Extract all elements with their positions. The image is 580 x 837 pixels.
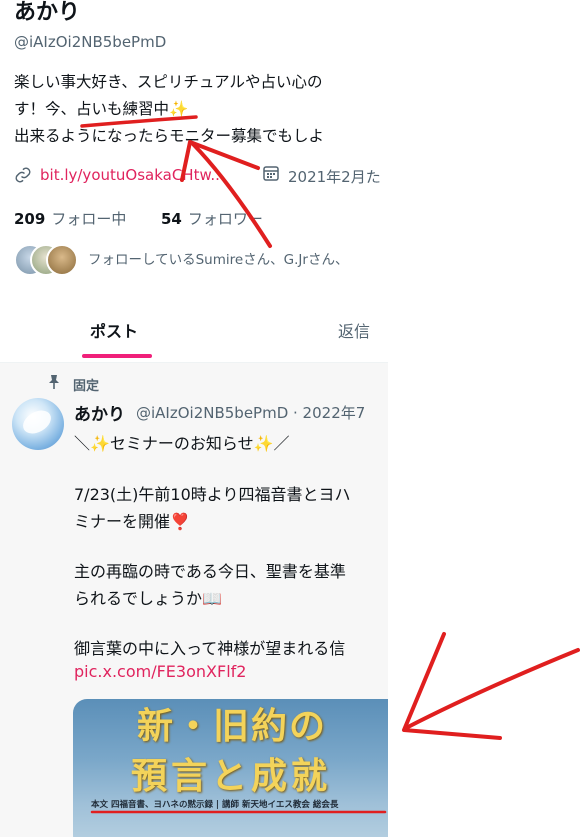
- tab-replies[interactable]: 返信: [338, 318, 370, 342]
- bio-line-2-pre: す！今、: [14, 100, 77, 118]
- following-stat[interactable]: 209 フォロー中: [14, 208, 126, 229]
- post-author-handle[interactable]: @iAIzOi2NB5bePmD · 2022年7: [136, 402, 365, 423]
- profile-page: あかり @iAIzOi2NB5bePmD 楽しい事大好き、スピリチュアルや占い心…: [0, 0, 388, 837]
- followers-count: 54: [161, 210, 182, 228]
- profile-link[interactable]: bit.ly/youtuOsakaCHtw...: [40, 166, 225, 184]
- post-media-link[interactable]: pic.x.com/FE3onXFlf2: [74, 662, 246, 681]
- post-text-line: 御言葉の中に入って神様が望まれる信: [74, 639, 346, 658]
- post-text-line: ミナーを開催❣️: [74, 512, 190, 531]
- avatar: [46, 244, 78, 276]
- post-author-avatar[interactable]: [12, 398, 64, 450]
- followers-stat[interactable]: 54 フォロワー: [161, 208, 263, 229]
- arrow-head-lower: [402, 632, 502, 740]
- link-icon: [14, 166, 32, 188]
- bio-line-3: 出来るようになったらモニター募集でもしよ: [14, 127, 325, 145]
- media-caption: 本文 四福音書、ヨハネの黙示録 | 講師 新天地イエス教会 総会長: [91, 800, 339, 810]
- post-text-line: 主の再臨の時である今日、聖書を基準: [74, 562, 346, 581]
- post-media-image[interactable]: 新・旧約の 預言と成就 本文 四福音書、ヨハネの黙示録 | 講師 新天地イエス教…: [73, 699, 388, 837]
- bio-line-2: す！今、占いも練習中✨: [14, 97, 188, 119]
- followed-by-text[interactable]: フォローしているSumireさん、G.Jrさん、: [88, 248, 348, 268]
- feather-image: [19, 405, 55, 439]
- media-title-2: 預言と成就: [131, 756, 332, 797]
- followers-you-know-avatars[interactable]: [14, 244, 80, 276]
- media-title-1: 新・旧約の: [137, 706, 328, 747]
- arrow-shaft-lower: [404, 648, 580, 730]
- bio-highlight: 占いも練習中✨: [76, 100, 189, 118]
- post-text-line: 7/23(土)午前10時より四福音書とヨハ: [74, 485, 351, 504]
- post-author-name[interactable]: あかり: [74, 400, 125, 425]
- post-text-line: られるでしょうか📖: [74, 589, 222, 608]
- profile-name: あかり: [14, 0, 81, 25]
- pinned-label: 固定: [73, 379, 100, 394]
- active-tab-indicator: [82, 354, 152, 358]
- calendar-icon: [263, 166, 279, 181]
- followers-label: フォロワー: [187, 210, 263, 228]
- bio-line-1: 楽しい事大好き、スピリチュアルや占い心の: [14, 73, 323, 91]
- profile-handle: @iAIzOi2NB5bePmD: [14, 33, 167, 51]
- pin-icon: [49, 375, 59, 389]
- following-label: フォロー中: [51, 210, 127, 228]
- tab-posts[interactable]: ポスト: [90, 318, 138, 342]
- post-text-line: ＼✨セミナーのお知らせ✨／: [74, 434, 290, 453]
- following-count: 209: [14, 210, 46, 228]
- joined-date: 2021年2月た: [288, 168, 381, 186]
